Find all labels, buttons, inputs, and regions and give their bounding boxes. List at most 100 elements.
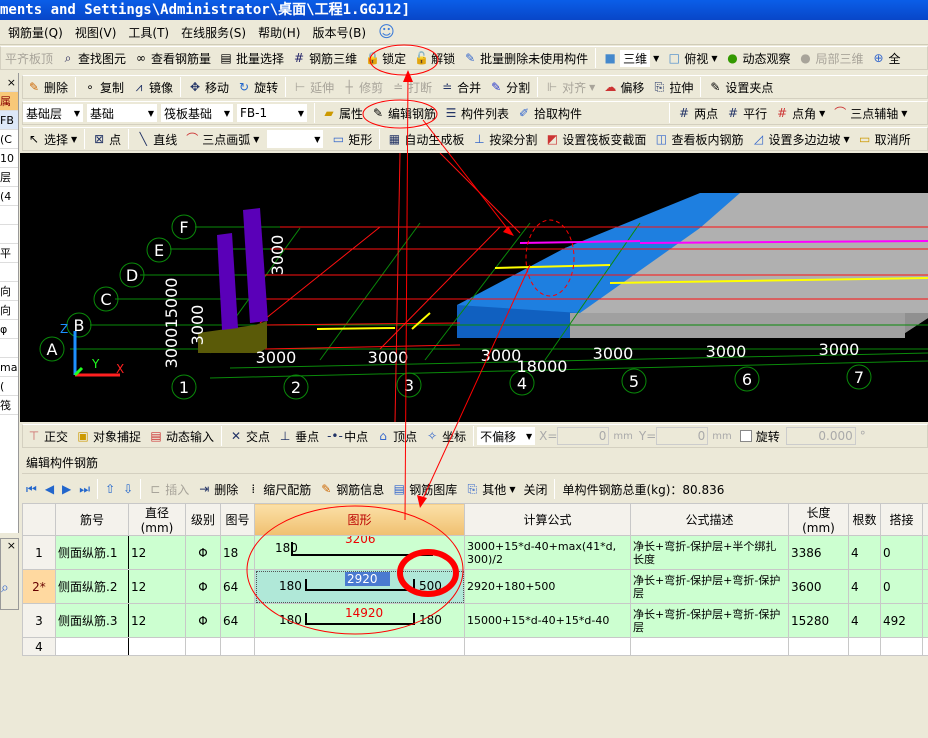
rectangle-button[interactable]: ▭ 矩形	[327, 128, 376, 150]
insert-button[interactable]: ⊏ 插入	[144, 478, 193, 500]
arc-button[interactable]: ⌒ 三点画弧 ▼	[181, 128, 263, 150]
rebar-name[interactable]: 侧面纵筋.1	[55, 535, 129, 570]
perpendicular-snap-button[interactable]: ⊥ 垂点	[274, 425, 323, 447]
last-button[interactable]: ⏭	[75, 478, 94, 500]
parallel-axis-button[interactable]: # 平行	[722, 102, 771, 124]
find-element-button[interactable]: ⌕ 查找图元	[57, 47, 130, 69]
row-index[interactable]: 1	[22, 535, 56, 570]
rebar-name[interactable]: 侧面纵筋.2	[55, 569, 129, 604]
partial-3d-button[interactable]: ● 局部三维	[794, 47, 867, 69]
move-button[interactable]: ✥ 移动	[184, 76, 233, 98]
header-cell[interactable]: 直径(mm)	[128, 503, 186, 536]
length[interactable]: 3600	[788, 569, 849, 604]
lap[interactable]: 0	[880, 569, 923, 604]
lap[interactable]	[880, 637, 923, 656]
set-grip-button[interactable]: ✎ 设置夹点	[704, 76, 777, 98]
grade[interactable]: Φ	[185, 569, 221, 604]
split-button[interactable]: ✎ 分割	[485, 76, 534, 98]
grade[interactable]	[185, 637, 221, 656]
menu-rebar[interactable]: 钢筋量(Q)	[8, 24, 63, 41]
type-select[interactable]: 筏板基础 ▼	[161, 104, 233, 122]
3d-scene[interactable]: A B C D E F 1 2 3 4 5 6 7 3000 3000 3000…	[20, 153, 928, 422]
count[interactable]	[848, 637, 881, 656]
draw-option-select[interactable]: ▼	[267, 130, 324, 148]
set-slope-button[interactable]: ◿ 设置多边边坡 ▼	[747, 128, 853, 150]
close-panel-button[interactable]: 关闭	[519, 478, 551, 500]
figure-number[interactable]: 64	[220, 603, 255, 638]
lap[interactable]: 492	[880, 603, 923, 638]
diameter[interactable]: 12	[128, 603, 186, 638]
formula[interactable]: 2920+180+500	[464, 569, 631, 604]
top-view-button[interactable]: □ 俯视 ▼	[663, 47, 721, 69]
formula-description[interactable]: 净长+弯折-保护层+半个绑扎长度	[630, 535, 789, 570]
set-variable-section-button[interactable]: ◩ 设置筏板变截面	[541, 128, 650, 150]
menu-online[interactable]: 在线服务(S)	[181, 24, 246, 41]
mirror-button[interactable]: ⩘ 镜像	[128, 76, 177, 98]
header-cell[interactable]: 图形	[254, 503, 465, 536]
rotate-checkbox[interactable]	[739, 430, 752, 442]
component-select[interactable]: FB-1 ▼	[237, 104, 307, 122]
shape-cell[interactable]: 180 3206	[254, 535, 465, 570]
move-down-button[interactable]: ⇩	[119, 478, 137, 500]
diameter[interactable]: 12	[128, 569, 186, 604]
header-cell[interactable]: 图号	[220, 503, 255, 536]
delete-button[interactable]: ✎ 删除	[23, 76, 72, 98]
view-mode-select[interactable]: ■ 三维 ▼	[599, 47, 663, 69]
close-icon[interactable]: ×	[0, 73, 18, 92]
length[interactable]: 15280	[788, 603, 849, 638]
rebar-3d-button[interactable]: # 钢筋三维	[288, 47, 361, 69]
table-row[interactable]: 4	[22, 637, 928, 656]
batch-delete-unused-button[interactable]: ✎ 批量删除未使用构件	[459, 47, 592, 69]
diameter[interactable]: 12	[128, 535, 186, 570]
floor-select[interactable]: 基础层 ▼	[23, 104, 83, 122]
close-icon[interactable]: ×	[1, 539, 18, 552]
lap[interactable]: 0	[880, 535, 923, 570]
menu-help[interactable]: 帮助(H)	[258, 24, 300, 41]
midpoint-snap-button[interactable]: -•- 中点	[323, 425, 372, 447]
shape-mid-value[interactable]: 14920	[345, 606, 383, 620]
rotate-input[interactable]: 0.000	[785, 427, 856, 445]
extend-button[interactable]: ⊢ 延伸	[289, 76, 338, 98]
scale-rebar-button[interactable]: ⁞ 缩尺配筋	[242, 478, 315, 500]
unlock-button[interactable]: 🔓 解锁	[410, 47, 459, 69]
point-angle-button[interactable]: # 点角 ▼	[771, 102, 829, 124]
select-button[interactable]: ↖ 选择 ▼	[23, 128, 81, 150]
move-up-button[interactable]: ⇧	[101, 478, 119, 500]
shape-cell[interactable]	[254, 637, 465, 656]
grade[interactable]: Φ	[185, 535, 221, 570]
edit-rebar-button[interactable]: ✎ 编辑钢筋	[367, 102, 440, 124]
merge-button[interactable]: ≐ 合并	[436, 76, 485, 98]
rebar-library-button[interactable]: ▤ 钢筋图库	[388, 478, 461, 500]
count[interactable]: 4	[848, 603, 881, 638]
table-row[interactable]: 3 侧面纵筋.3 12 Φ 64 180 14920 180 15000+15*d-40…	[22, 603, 928, 638]
coordinate-snap-button[interactable]: ✧ 坐标	[421, 425, 470, 447]
stretch-button[interactable]: ⎘ 拉伸	[648, 76, 697, 98]
search-icon[interactable]: ⌕	[1, 580, 18, 596]
lock-button[interactable]: 🔒 锁定	[361, 47, 410, 69]
grade[interactable]: Φ	[185, 603, 221, 638]
trim-button[interactable]: ┼ 修剪	[338, 76, 387, 98]
figure-number[interactable]: 64	[220, 569, 255, 604]
component-list-button[interactable]: ☰ 构件列表	[440, 102, 513, 124]
count[interactable]: 4	[848, 535, 881, 570]
row-index[interactable]: 4	[22, 637, 56, 656]
offset-select[interactable]: 不偏移 ▼	[477, 427, 536, 445]
rebar-info-button[interactable]: ✎ 钢筋信息	[315, 478, 388, 500]
vertex-snap-button[interactable]: ⌂ 顶点	[372, 425, 421, 447]
three-point-axis-button[interactable]: ⌒ 三点辅轴 ▼	[829, 102, 911, 124]
3d-viewport[interactable]: A B C D E F 1 2 3 4 5 6 7 3000 3000 3000…	[20, 153, 928, 422]
count[interactable]: 4	[848, 569, 881, 604]
view-slab-rebar-button[interactable]: ◫ 查看板内钢筋	[650, 128, 747, 150]
rotate-button[interactable]: ↻ 旋转	[233, 76, 282, 98]
formula[interactable]	[464, 637, 631, 656]
split-by-beam-button[interactable]: ⊥ 按梁分割	[468, 128, 541, 150]
copy-button[interactable]: ∘ 复制	[79, 76, 128, 98]
pick-component-button[interactable]: ✐ 拾取构件	[513, 102, 586, 124]
table-row[interactable]: 1 侧面纵筋.1 12 Φ 18 180 3206 3000+15*d-40+max(4…	[22, 535, 928, 570]
menu-tools[interactable]: 工具(T)	[128, 24, 169, 41]
category-select[interactable]: 基础 ▼	[87, 104, 157, 122]
length[interactable]: 3386	[788, 535, 849, 570]
header-cell[interactable]: 公式描述	[630, 503, 789, 536]
properties-button[interactable]: ▰ 属性	[318, 102, 367, 124]
shape-mid-value[interactable]: 3206	[345, 537, 376, 547]
